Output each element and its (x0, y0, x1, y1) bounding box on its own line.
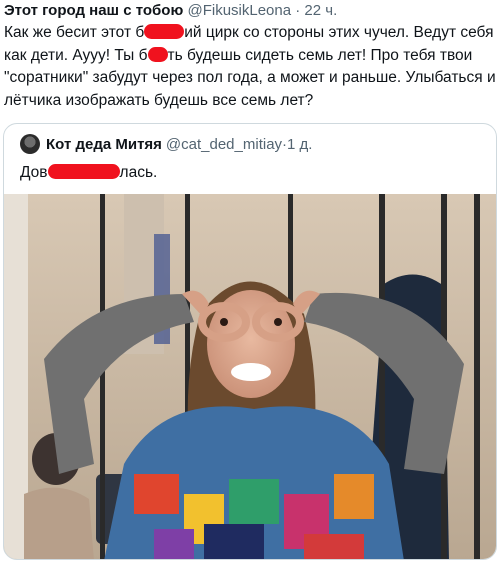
smile (231, 363, 271, 381)
tweet-header: Этот город наш с тобою @FikusikLeona · 2… (4, 2, 337, 19)
author-handle[interactable]: @FikusikLeona (187, 2, 291, 19)
avatar[interactable] (20, 134, 40, 154)
redaction-mark (47, 164, 120, 179)
quoted-text-part: лась. (119, 164, 158, 181)
tweet-text: Как же бесит этот б ий цирк со стороны эт… (4, 22, 496, 112)
quoted-author-handle[interactable]: @cat_ded_mitiay (166, 136, 282, 153)
quoted-tweet[interactable]: Кот деда Митяя @cat_ded_mitiay · 1 д. До… (3, 123, 497, 560)
quoted-tweet-time[interactable]: 1 д. (287, 136, 312, 153)
author-name[interactable]: Этот город наш с тобою (4, 2, 183, 19)
tweet-text-part: Как же бесит этот б (4, 24, 145, 41)
quoted-text-part: Дов (20, 164, 48, 181)
photo-woman-behind-bars[interactable] (4, 194, 497, 560)
quoted-tweet-text: Дов лась. (20, 164, 157, 182)
quoted-author-name[interactable]: Кот деда Митяя (46, 136, 162, 153)
redaction-mark (144, 24, 185, 39)
dot-separator: · (291, 2, 305, 19)
bystander-body (24, 487, 94, 559)
redaction-mark (147, 46, 168, 62)
quoted-tweet-header: Кот деда Митяя @cat_ded_mitiay · 1 д. (20, 134, 312, 154)
tweet-time[interactable]: 22 ч. (304, 2, 337, 19)
